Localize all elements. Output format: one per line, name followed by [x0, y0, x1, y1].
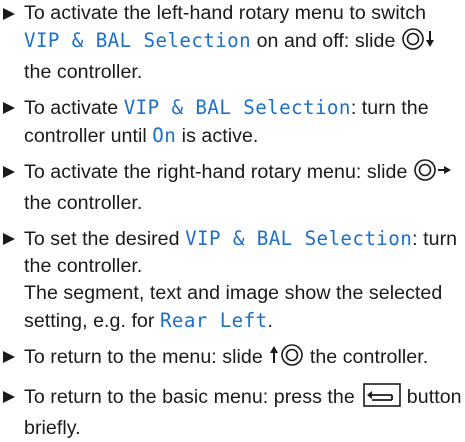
controller-slide-right-icon	[413, 158, 453, 190]
instruction-step-2: To activate VIP & BAL Selection: turn th…	[2, 94, 465, 150]
keyword-vip-bal-selection: VIP & BAL Selection	[24, 29, 252, 52]
bullet-triangle-icon	[2, 343, 24, 364]
instruction-step-5: To return to the menu: slide the control…	[2, 343, 465, 375]
instruction-list: To activate the left-hand rotary menu to…	[0, 0, 465, 442]
instruction-step-6: To return to the basic menu: press the b…	[2, 383, 465, 442]
step-text: To return to the basic menu: press the b…	[24, 383, 465, 442]
bullet-triangle-icon	[2, 0, 24, 21]
back-button-icon	[363, 383, 402, 415]
step-text: To activate the right-hand rotary menu: …	[24, 158, 465, 217]
step-text: To activate the left-hand rotary menu to…	[24, 0, 465, 86]
step-text: To activate VIP & BAL Selection: turn th…	[24, 96, 429, 147]
keyword-on: On	[152, 124, 177, 147]
instruction-step-1: To activate the left-hand rotary menu to…	[2, 0, 465, 86]
bullet-triangle-icon	[2, 158, 24, 179]
step-text: To set the desired VIP & BAL Selection: …	[24, 227, 458, 332]
controller-slide-up-icon	[268, 343, 304, 375]
keyword-vip-bal-selection: VIP & BAL Selection	[123, 96, 351, 119]
keyword-rear-left: Rear Left	[159, 309, 268, 332]
instruction-step-4: To set the desired VIP & BAL Selection: …	[2, 225, 465, 335]
step-text: To return to the menu: slide the control…	[24, 343, 465, 375]
instruction-step-3: To activate the right-hand rotary menu: …	[2, 158, 465, 217]
bullet-triangle-icon	[2, 94, 24, 115]
keyword-vip-bal-selection: VIP & BAL Selection	[185, 227, 413, 250]
bullet-triangle-icon	[2, 383, 24, 404]
controller-slide-down-icon	[401, 27, 437, 59]
bullet-triangle-icon	[2, 225, 24, 246]
